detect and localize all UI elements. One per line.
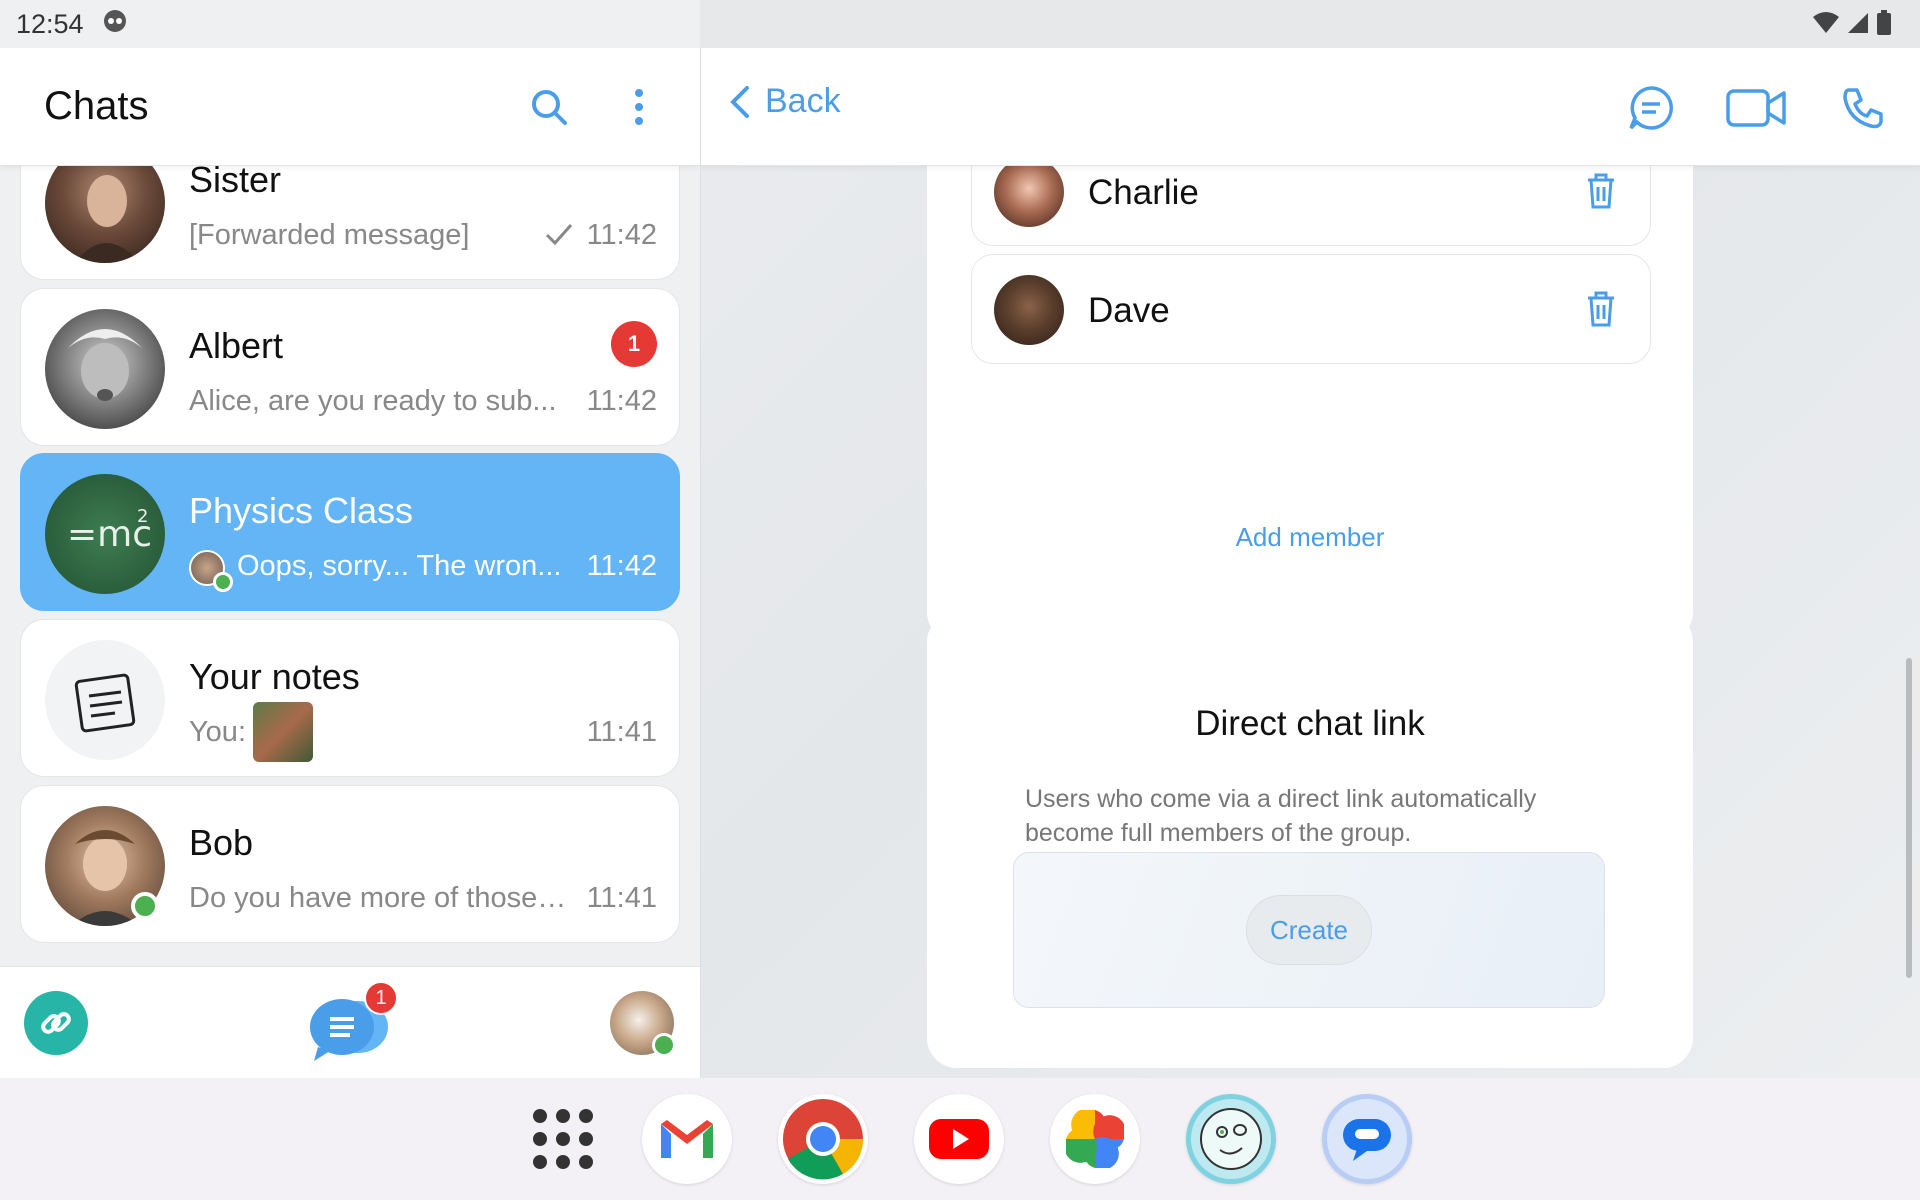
signal-icon <box>1846 11 1870 42</box>
online-indicator <box>213 572 233 592</box>
chat-time: 11:41 <box>586 716 657 748</box>
chat-item-albert[interactable]: Albert 1 Alice, are you ready to sub... … <box>20 288 680 446</box>
search-icon <box>532 90 567 125</box>
read-check-icon <box>545 223 573 250</box>
chevron-left-icon <box>730 85 749 118</box>
message-button[interactable] <box>1623 80 1679 136</box>
chat-item-physics-class[interactable]: =mc 2 Physics Class Oops, sorry... The wr… <box>20 453 680 611</box>
apps-grid-icon <box>533 1109 593 1169</box>
scrollbar[interactable] <box>1906 658 1912 978</box>
profile-online-indicator <box>652 1033 676 1057</box>
back-label: Back <box>765 82 841 120</box>
gmail-app[interactable] <box>642 1094 732 1184</box>
avatar: =mc 2 <box>45 474 165 594</box>
avatar <box>45 309 165 429</box>
links-tab[interactable] <box>24 991 88 1055</box>
chats-tab[interactable]: 1 <box>306 981 398 1063</box>
chrome-icon <box>783 1099 864 1180</box>
chats-tab-badge: 1 <box>364 981 398 1015</box>
messages-app[interactable] <box>1322 1094 1412 1184</box>
app-dock <box>0 1078 1920 1200</box>
call-button[interactable] <box>1835 80 1891 136</box>
youtube-app[interactable] <box>914 1094 1004 1184</box>
svg-text:2: 2 <box>137 506 148 527</box>
avatar <box>994 275 1064 345</box>
member-name: Charlie <box>1088 173 1199 212</box>
group-info-header: Back <box>701 48 1920 166</box>
online-indicator <box>131 892 159 920</box>
direct-link-box: Create <box>1013 852 1605 1008</box>
chat-item-bob[interactable]: Bob Do you have more of those ... 11:41 <box>20 785 680 943</box>
link-icon <box>41 1012 71 1034</box>
search-button[interactable] <box>526 84 572 130</box>
chat-time: 11:42 <box>586 385 657 417</box>
wifi-icon <box>1812 11 1840 42</box>
youtube-icon <box>929 1119 989 1159</box>
more-options-button[interactable] <box>616 84 662 130</box>
more-vertical-icon <box>635 89 643 125</box>
trash-icon <box>1588 291 1614 327</box>
create-link-button[interactable]: Create <box>1246 895 1372 965</box>
image-thumbnail <box>253 702 313 762</box>
smiley-face-icon <box>1200 1108 1262 1170</box>
chat-name: Your notes <box>189 656 360 697</box>
trash-icon <box>1588 173 1614 209</box>
gmail-icon <box>661 1120 713 1158</box>
remove-member-button[interactable] <box>1586 173 1616 214</box>
bottom-nav: 1 <box>0 966 700 1078</box>
message-icon <box>1629 86 1674 130</box>
chat-time: 11:42 <box>586 550 657 582</box>
chat-preview: Alice, are you ready to sub... <box>189 385 557 417</box>
group-info-panel: Back Charlie Dave Add member Direct chat… <box>700 48 1920 1078</box>
status-bar: 12:54 <box>0 0 1920 48</box>
direct-chat-link-card: Direct chat link Users who come via a di… <box>927 612 1693 1068</box>
chat-name: Bob <box>189 822 254 863</box>
chat-name: Albert <box>189 325 284 366</box>
chat-time: 11:41 <box>586 882 657 914</box>
chat-list-panel: Chats Sister [Forwarded message] 11:42 A… <box>0 48 700 1078</box>
avatar <box>45 640 165 760</box>
chat-name: Physics Class <box>189 490 414 531</box>
page-title: Chats <box>44 84 149 128</box>
photos-icon <box>1066 1110 1124 1168</box>
avatar <box>994 157 1064 227</box>
phone-icon <box>1843 88 1883 129</box>
direct-link-title: Direct chat link <box>1195 704 1425 743</box>
member-name: Dave <box>1088 291 1170 330</box>
chat-time: 11:42 <box>586 219 657 251</box>
chrome-app[interactable] <box>778 1094 868 1184</box>
battery-icon <box>1876 10 1892 43</box>
chat-item-your-notes[interactable]: Your notes You: 11:41 <box>20 619 680 777</box>
message-bubble-icon <box>1343 1119 1391 1161</box>
notes-icon <box>74 673 136 733</box>
member-row-dave[interactable]: Dave <box>971 254 1651 364</box>
chat-preview: Do you have more of those ... <box>189 882 569 914</box>
chat-preview: You: <box>189 716 246 748</box>
chat-preview: [Forwarded message] <box>189 219 470 251</box>
video-call-button[interactable] <box>1725 80 1787 136</box>
status-time: 12:54 <box>16 8 84 39</box>
remove-member-button[interactable] <box>1586 291 1616 332</box>
notification-icon <box>102 8 128 41</box>
chat-preview: Oops, sorry... The wron... <box>237 550 562 582</box>
video-camera-icon <box>1726 89 1786 127</box>
unread-badge: 1 <box>611 321 657 367</box>
add-member-button[interactable]: Add member <box>927 522 1693 553</box>
direct-link-description: Users who come via a direct link automat… <box>1025 785 1537 847</box>
photos-app[interactable] <box>1050 1094 1140 1184</box>
app-drawer-button[interactable] <box>530 1106 596 1177</box>
chat-list-header: Chats <box>0 48 700 166</box>
back-button[interactable]: Back <box>729 82 841 121</box>
messenger-bot-app[interactable] <box>1186 1094 1276 1184</box>
